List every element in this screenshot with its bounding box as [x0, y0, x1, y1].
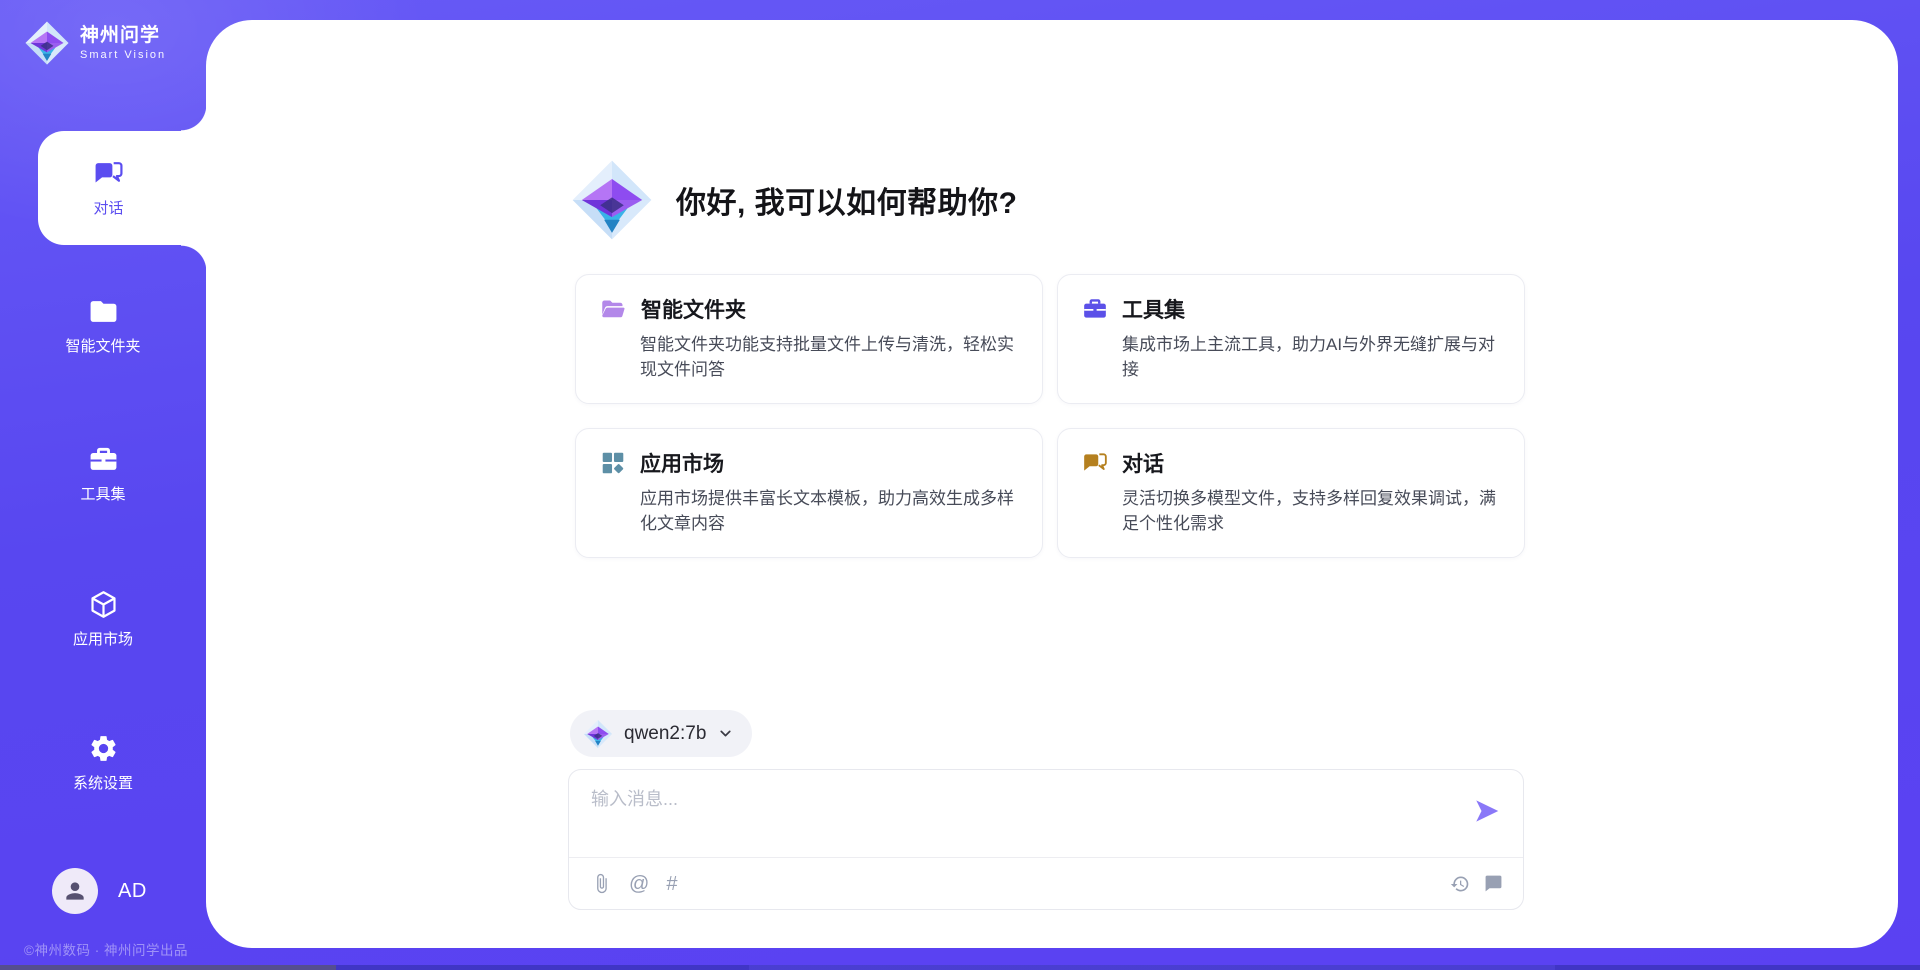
sidebar-item-smart-folders[interactable]: 智能文件夹: [0, 296, 206, 356]
sidebar-item-label: 应用市场: [73, 628, 133, 649]
folder-open-icon: [600, 296, 627, 323]
person-icon: [62, 878, 88, 904]
chat-icon: [1082, 450, 1108, 476]
bottom-edge-strip: [0, 965, 1920, 970]
card-app-market[interactable]: 应用市场 应用市场提供丰富长文本模板，助力高效生成多样化文章内容: [575, 428, 1043, 558]
folder-icon: [88, 296, 119, 327]
sidebar-item-label: 系统设置: [73, 772, 133, 793]
diamond-logo-icon: [583, 719, 613, 749]
gear-icon: [88, 733, 119, 764]
card-title: 应用市场: [640, 448, 724, 478]
chevron-down-icon: [717, 725, 734, 742]
card-chat[interactable]: 对话 灵活切换多模型文件，支持多样回复效果调试，满足个性化需求: [1057, 428, 1525, 558]
feature-cards: 智能文件夹 智能文件夹功能支持批量文件上传与清洗，轻松实现文件问答 工具集 集成…: [575, 274, 1525, 558]
sidebar-item-app-market[interactable]: 应用市场: [0, 589, 206, 649]
briefcase-icon: [1082, 296, 1108, 322]
history-icon[interactable]: [1450, 874, 1470, 894]
greeting-row: 你好, 我可以如何帮助你?: [570, 158, 1018, 242]
card-smart-folders[interactable]: 智能文件夹 智能文件夹功能支持批量文件上传与清洗，轻松实现文件问答: [575, 274, 1043, 404]
diamond-logo-icon: [24, 20, 70, 66]
copyright-footer: ©神州数码 · 神州问学出品: [0, 939, 212, 959]
card-title: 工具集: [1122, 294, 1185, 324]
card-description: 应用市场提供丰富长文本模板，助力高效生成多样化文章内容: [640, 487, 1018, 536]
brand-subtitle: Smart Vision: [80, 49, 166, 62]
model-selector[interactable]: qwen2:7b: [570, 710, 752, 757]
diamond-logo-icon: [570, 158, 654, 242]
sidebar-item-settings[interactable]: 系统设置: [0, 733, 206, 793]
greeting-text: 你好, 我可以如何帮助你?: [676, 178, 1018, 222]
app-grid-icon: [600, 450, 626, 476]
message-input[interactable]: [591, 785, 1431, 847]
send-icon[interactable]: [1472, 796, 1502, 826]
sidebar-item-label: 对话: [93, 197, 123, 218]
card-description: 灵活切换多模型文件，支持多样回复效果调试，满足个性化需求: [1122, 487, 1500, 536]
sidebar-item-label: 工具集: [80, 483, 125, 504]
card-description: 智能文件夹功能支持批量文件上传与清洗，轻松实现文件问答: [640, 333, 1018, 382]
attach-icon[interactable]: [591, 873, 612, 894]
model-name: qwen2:7b: [624, 723, 706, 745]
hashtag-icon[interactable]: #: [666, 874, 677, 894]
sidebar-item-label: 智能文件夹: [65, 335, 140, 356]
brand-title: 神州问学: [80, 25, 166, 47]
cube-icon: [88, 589, 119, 620]
mention-icon[interactable]: @: [629, 874, 649, 894]
chat-bubble-icon[interactable]: [1484, 874, 1503, 893]
message-composer: @ #: [568, 769, 1524, 910]
user-name: AD: [118, 880, 147, 903]
avatar: [52, 868, 98, 914]
sidebar-item-toolset[interactable]: 工具集: [0, 444, 206, 504]
brand-logo: 神州问学 Smart Vision: [24, 20, 166, 66]
card-toolset[interactable]: 工具集 集成市场上主流工具，助力AI与外界无缝扩展与对接: [1057, 274, 1525, 404]
card-title: 智能文件夹: [641, 294, 746, 324]
sidebar-item-chat[interactable]: 对话: [38, 131, 207, 245]
user-profile[interactable]: AD: [52, 868, 147, 914]
card-title: 对话: [1122, 448, 1164, 478]
chat-icon: [93, 158, 124, 189]
briefcase-icon: [88, 444, 119, 475]
card-description: 集成市场上主流工具，助力AI与外界无缝扩展与对接: [1122, 333, 1500, 382]
